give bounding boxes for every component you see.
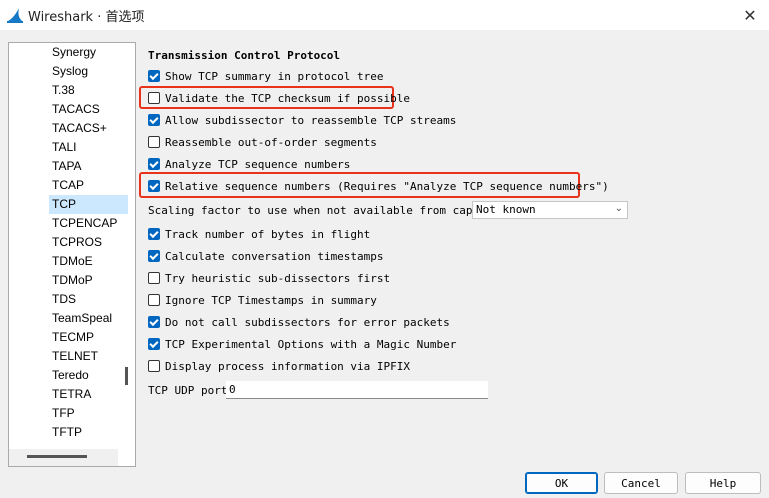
scaling-factor-select[interactable]: Not known ⌄ bbox=[472, 201, 628, 219]
option-label: Relative sequence numbers (Requires "Ana… bbox=[165, 179, 609, 193]
option-label: Reassemble out-of-order segments bbox=[165, 135, 377, 149]
scaling-factor-value: Not known bbox=[476, 203, 536, 216]
checkbox-checked[interactable] bbox=[148, 228, 160, 240]
sidebar-item-tali[interactable]: TALI bbox=[52, 138, 76, 157]
option-label: Ignore TCP Timestamps in summary bbox=[165, 293, 377, 307]
option-label: Validate the TCP checksum if possible bbox=[165, 91, 411, 105]
checkbox-unchecked[interactable] bbox=[148, 136, 160, 148]
cancel-button[interactable]: Cancel bbox=[604, 472, 678, 494]
sidebar-item-tftp[interactable]: TFTP bbox=[52, 423, 82, 442]
option-row[interactable]: Display process information via IPFIX bbox=[148, 358, 410, 374]
ok-button[interactable]: OK bbox=[525, 472, 598, 494]
option-row[interactable]: Reassemble out-of-order segments bbox=[148, 134, 377, 150]
option-label: Analyze TCP sequence numbers bbox=[165, 157, 351, 171]
tcp-udp-port-field[interactable]: 0 bbox=[226, 381, 488, 399]
checkbox-checked[interactable] bbox=[148, 250, 160, 262]
checkbox-checked[interactable] bbox=[148, 338, 160, 350]
checkbox-unchecked[interactable] bbox=[148, 92, 160, 104]
close-button[interactable]: ✕ bbox=[739, 4, 761, 26]
sidebar-item-t-38[interactable]: T.38 bbox=[52, 81, 75, 100]
option-label: Track number of bytes in flight bbox=[165, 227, 371, 241]
sidebar-item-telnet[interactable]: TELNET bbox=[52, 347, 98, 366]
checkbox-unchecked[interactable] bbox=[148, 272, 160, 284]
option-row[interactable]: Ignore TCP Timestamps in summary bbox=[148, 292, 377, 308]
option-label: Display process information via IPFIX bbox=[165, 359, 411, 373]
wireshark-fin-icon bbox=[7, 8, 23, 23]
sidebar-item-tetra[interactable]: TETRA bbox=[52, 385, 91, 404]
option-row[interactable]: Calculate conversation timestamps bbox=[148, 248, 384, 264]
help-button[interactable]: Help bbox=[685, 472, 761, 494]
option-label: Try heuristic sub-dissectors first bbox=[165, 271, 391, 285]
sidebar-item-tcap[interactable]: TCAP bbox=[52, 176, 84, 195]
checkbox-checked[interactable] bbox=[148, 158, 160, 170]
checkbox-checked[interactable] bbox=[148, 180, 160, 192]
sidebar-item-tfp[interactable]: TFP bbox=[52, 404, 75, 423]
option-row[interactable]: Do not call subdissectors for error pack… bbox=[148, 314, 450, 330]
section-title: Transmission Control Protocol bbox=[148, 49, 341, 62]
sidebar-item-tacacs-[interactable]: TACACS+ bbox=[52, 119, 107, 138]
sidebar-item-tcpencap[interactable]: TCPENCAP bbox=[52, 214, 117, 233]
option-row[interactable]: TCP Experimental Options with a Magic Nu… bbox=[148, 336, 456, 352]
option-label: Show TCP summary in protocol tree bbox=[165, 69, 384, 83]
option-row[interactable]: Allow subdissector to reassemble TCP str… bbox=[148, 112, 456, 128]
sidebar-item-tcp[interactable]: TCP bbox=[49, 195, 128, 214]
option-row[interactable]: Analyze TCP sequence numbers bbox=[148, 156, 350, 172]
option-row[interactable]: Track number of bytes in flight bbox=[148, 226, 370, 242]
option-row[interactable]: Try heuristic sub-dissectors first bbox=[148, 270, 390, 286]
sidebar-item-tapa[interactable]: TAPA bbox=[52, 157, 82, 176]
tcp-udp-port-value: 0 bbox=[229, 383, 236, 396]
option-label: Calculate conversation timestamps bbox=[165, 249, 384, 263]
option-row[interactable]: Validate the TCP checksum if possible bbox=[148, 90, 410, 106]
sidebar-item-teredo[interactable]: Teredo bbox=[52, 366, 89, 385]
checkbox-checked[interactable] bbox=[148, 114, 160, 126]
option-row[interactable]: Relative sequence numbers (Requires "Ana… bbox=[148, 178, 609, 194]
close-icon: ✕ bbox=[743, 5, 757, 25]
sidebar-item-tdmop[interactable]: TDMoP bbox=[52, 271, 93, 290]
window-title: Wireshark · 首选项 bbox=[28, 10, 145, 25]
preferences-tree[interactable]: Synergy Syslog T.38 TACACS TACACS+ TALI TAPA TC… bbox=[8, 42, 136, 467]
sidebar-item-syslog[interactable]: Syslog bbox=[52, 62, 88, 81]
option-label: TCP Experimental Options with a Magic Nu… bbox=[165, 337, 457, 351]
scaling-factor-label: Scaling factor to use when not available… bbox=[148, 204, 499, 217]
option-label: Do not call subdissectors for error pack… bbox=[165, 315, 450, 329]
horizontal-scrollbar-thumb[interactable] bbox=[27, 455, 87, 458]
option-row[interactable]: Show TCP summary in protocol tree bbox=[148, 68, 384, 84]
option-label: Allow subdissector to reassemble TCP str… bbox=[165, 113, 457, 127]
checkbox-unchecked[interactable] bbox=[148, 360, 160, 372]
sidebar-item-synergy[interactable]: Synergy bbox=[52, 43, 96, 62]
checkbox-unchecked[interactable] bbox=[148, 294, 160, 306]
sidebar-item-tacacs[interactable]: TACACS bbox=[52, 100, 100, 119]
vertical-scrollbar-thumb[interactable] bbox=[125, 367, 128, 385]
tcp-udp-port-label: TCP UDP port bbox=[148, 384, 228, 397]
title-bar: Wireshark · 首选项 ✕ bbox=[0, 0, 769, 30]
sidebar-item-teamspeal[interactable]: TeamSpeal bbox=[52, 309, 112, 328]
chevron-down-icon: ⌄ bbox=[614, 203, 623, 214]
sidebar-item-tecmp[interactable]: TECMP bbox=[52, 328, 94, 347]
sidebar-item-tcpros[interactable]: TCPROS bbox=[52, 233, 102, 252]
checkbox-checked[interactable] bbox=[148, 316, 160, 328]
sidebar-item-tdmoe[interactable]: TDMoE bbox=[52, 252, 93, 271]
sidebar-item-tds[interactable]: TDS bbox=[52, 290, 76, 309]
checkbox-checked[interactable] bbox=[148, 70, 160, 82]
